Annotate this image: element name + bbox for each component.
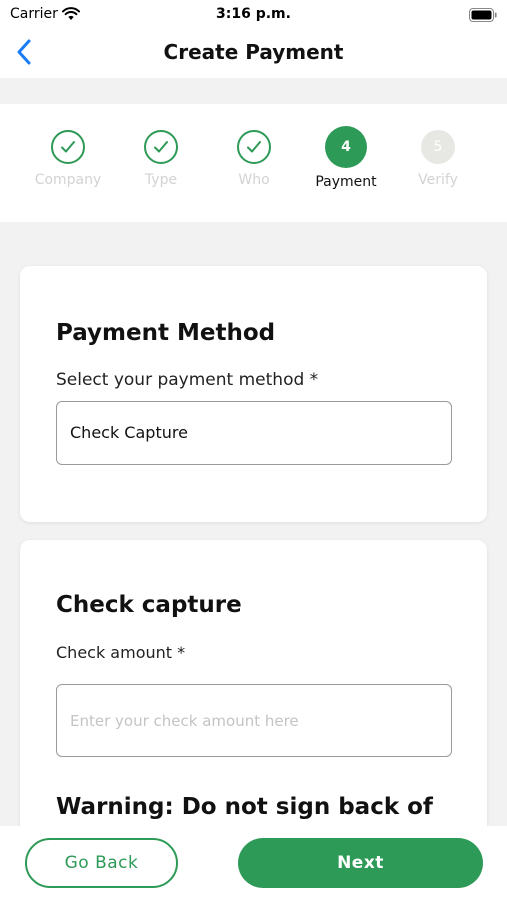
check-capture-title: Check capture [56, 592, 242, 618]
step-verify[interactable]: 5 Verify [392, 130, 484, 188]
step-type[interactable]: Type [115, 130, 207, 188]
check-amount-input[interactable] [57, 685, 451, 756]
step-label: Who [238, 172, 270, 188]
check-icon [51, 130, 85, 164]
status-time: 3:16 p.m. [216, 6, 291, 22]
status-bar: Carrier 3:16 p.m. [0, 0, 507, 30]
page-title: Create Payment [163, 40, 344, 64]
bottom-action-bar: Go Back Next [0, 826, 507, 900]
check-amount-field [56, 684, 452, 757]
step-payment[interactable]: 4 Payment [300, 126, 392, 190]
step-who[interactable]: Who [208, 130, 300, 188]
battery-icon [469, 7, 497, 22]
step-label: Type [144, 172, 178, 188]
step-label: Payment [315, 174, 377, 190]
payment-method-label: Select your payment method * [56, 370, 319, 390]
check-amount-label: Check amount * [56, 643, 186, 662]
payment-method-card: Payment Method Select your payment metho… [20, 266, 487, 522]
warning-text: Warning: Do not sign back of [56, 794, 433, 820]
check-icon [237, 130, 271, 164]
step-company[interactable]: Company [22, 130, 114, 188]
step-number-pending: 5 [421, 130, 455, 164]
payment-method-value: Check Capture [70, 423, 188, 442]
next-button[interactable]: Next [238, 838, 483, 888]
check-capture-card: Check capture Check amount * Warning: Do… [20, 540, 487, 840]
progress-stepper: Company Type Who 4 Payment 5 Verify [0, 104, 507, 222]
step-label: Company [34, 172, 102, 188]
step-label: Verify [418, 172, 458, 188]
check-icon [144, 130, 178, 164]
payment-method-select[interactable]: Check Capture [56, 401, 452, 465]
payment-method-title: Payment Method [56, 320, 276, 346]
step-number-current: 4 [325, 126, 367, 168]
go-back-button[interactable]: Go Back [25, 838, 178, 888]
nav-bar: Create Payment [0, 30, 507, 78]
